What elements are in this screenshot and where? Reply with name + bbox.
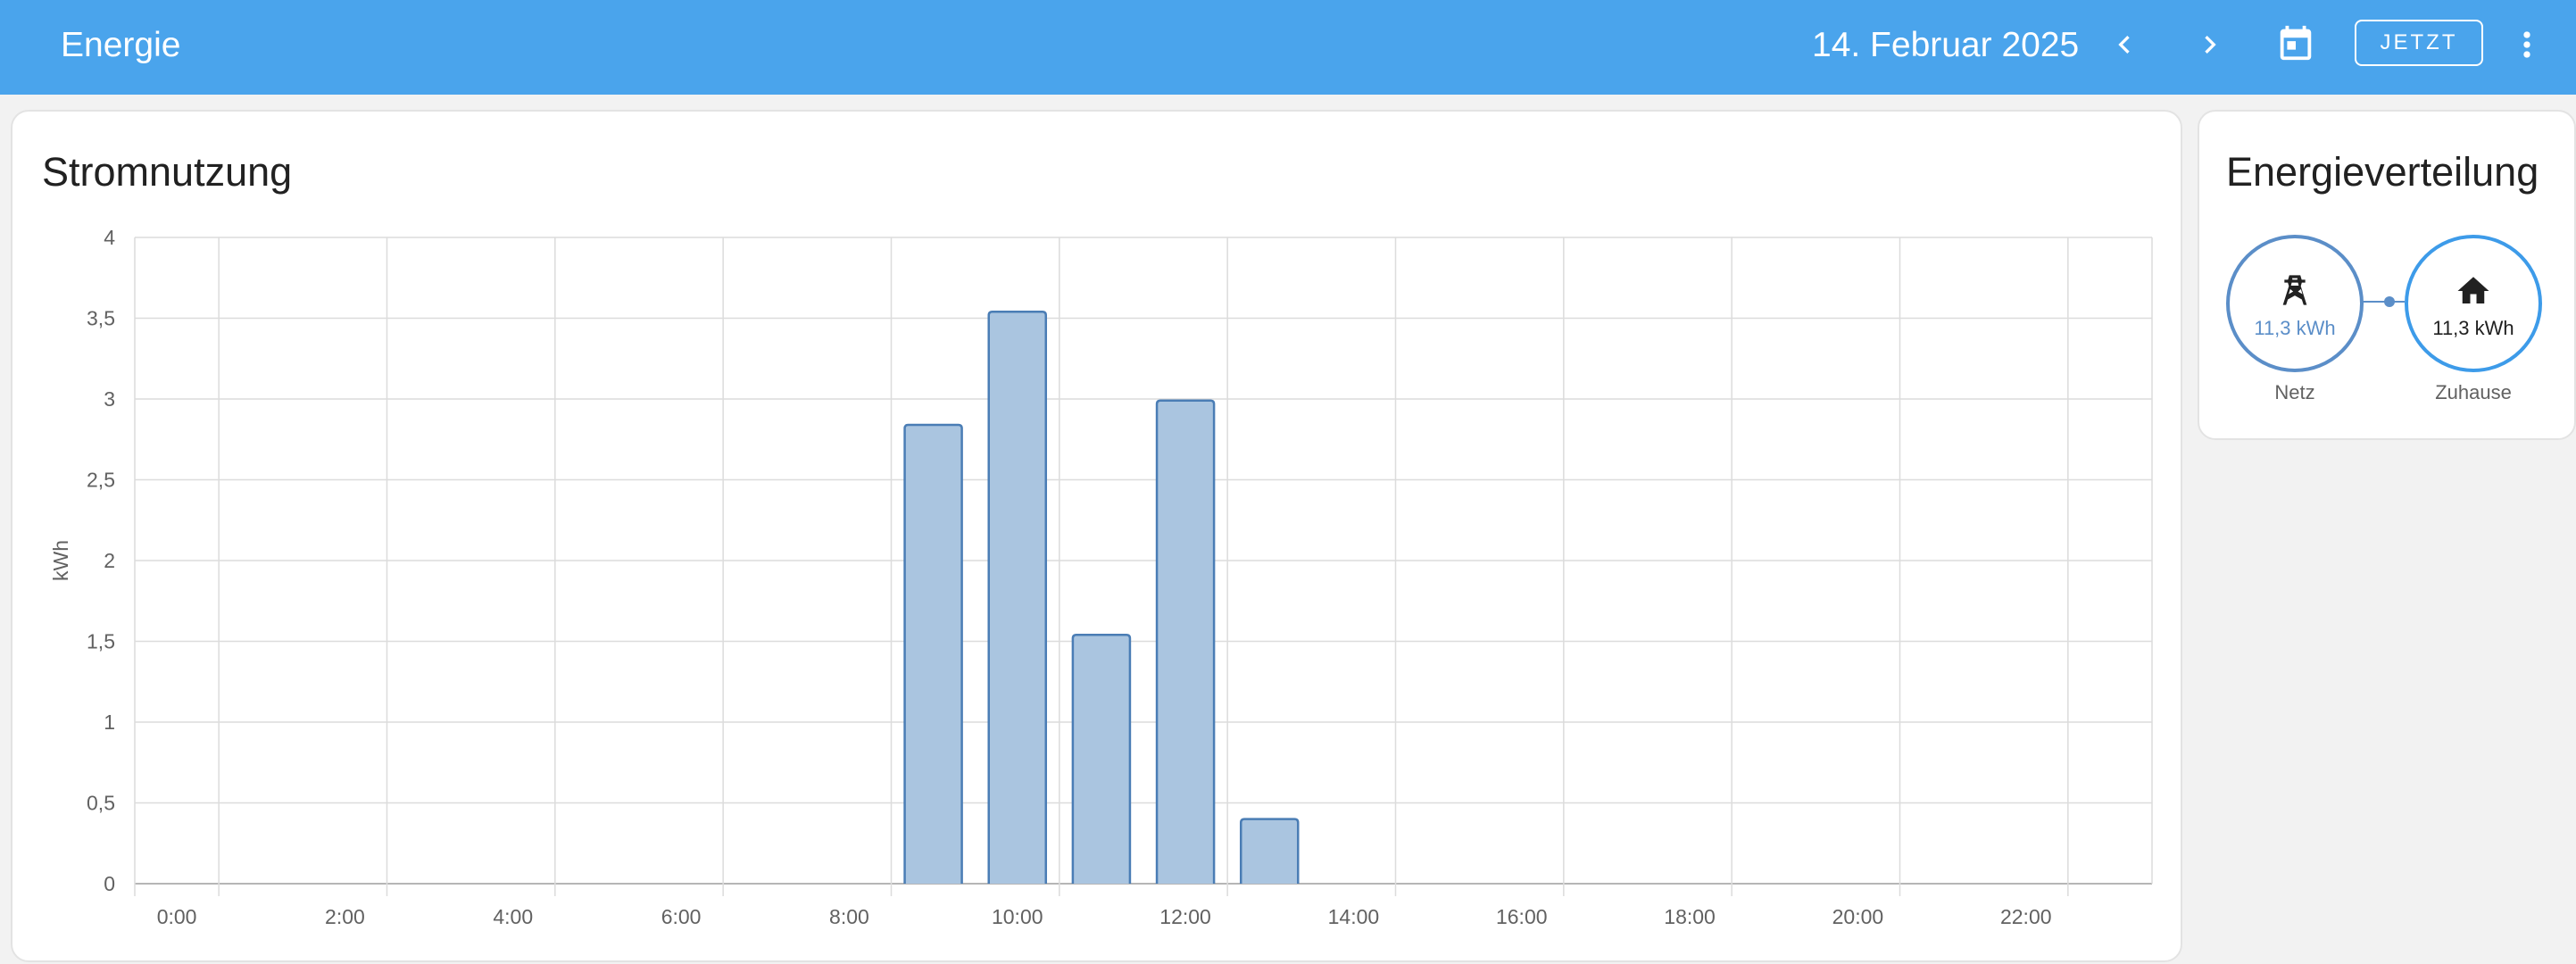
more-vert-icon [2523,31,2530,58]
calendar-icon [2280,25,2312,61]
calendar-button[interactable] [2269,16,2323,70]
chevron-right-icon [2205,36,2216,54]
grid-node[interactable]: 11,3 kWh [2226,235,2364,372]
y-tick-label: 1,5 [87,630,115,653]
usage-bar-chart: 0 0,5 1 1,5 2 2,5 3 3,5 4 0:00 2:00 4:00 6:00 8:00 10:… [49,226,2153,928]
usage-card: Stromnutzung 0 0,5 1 1,5 2 2,5 3 3,5 4 0:00 2:00 4:… [11,110,2182,962]
grid-label: Netz [2274,381,2315,403]
date-label: 14. Februar 2025 [1812,26,2080,64]
transmission-tower-icon [2282,275,2307,305]
previous-day-button[interactable] [2098,18,2151,71]
x-tick-label: 10:00 [992,905,1043,928]
next-day-button[interactable] [2183,18,2237,71]
bar-10:00 [987,311,1048,884]
x-tick-label: 22:00 [2000,905,2052,928]
x-tick-label: 20:00 [1832,905,1884,928]
y-tick-label: 2 [104,549,115,572]
bar-13:00 [1239,818,1300,884]
home-node[interactable]: 11,3 kWh [2405,235,2542,372]
x-tick-label: 18:00 [1664,905,1716,928]
y-tick-label: 3,5 [87,307,115,330]
bar-11:00 [1071,634,1132,884]
bar-9:00 [903,423,963,884]
x-tick-label: 8:00 [829,905,869,928]
bar-12:00 [1155,399,1216,884]
y-tick-label: 2,5 [87,469,115,492]
chevron-left-icon [2118,36,2130,54]
now-button[interactable]: JETZT [2355,20,2483,66]
x-tick-label: 0:00 [157,905,197,928]
y-tick-label: 0 [104,872,115,895]
y-tick-label: 1 [104,711,115,734]
home-label: Zuhause [2435,381,2512,403]
x-tick-label: 4:00 [493,905,533,928]
home-value: 11,3 kWh [2432,317,2514,339]
x-tick-label: 6:00 [661,905,702,928]
x-tick-label: 12:00 [1159,905,1211,928]
home-icon [2457,277,2489,303]
page-title: Energie [61,26,181,64]
y-tick-label: 4 [104,226,115,249]
grid-value: 11,3 kWh [2254,317,2336,339]
flow-dot [2384,296,2395,307]
x-tick-label: 14:00 [1328,905,1380,928]
more-options-button[interactable] [2500,18,2554,71]
top-app-bar: Energie 14. Februar 2025 JETZT [0,0,2576,95]
y-tick-label: 0,5 [87,792,115,815]
y-tick-label: 3 [104,387,115,411]
x-tick-label: 2:00 [325,905,365,928]
x-tick-label: 16:00 [1496,905,1548,928]
distribution-card: Energieverteilung 11,3 kWh Netz 11,3 kWh… [2198,110,2576,440]
y-axis-label: kWh [49,540,72,581]
